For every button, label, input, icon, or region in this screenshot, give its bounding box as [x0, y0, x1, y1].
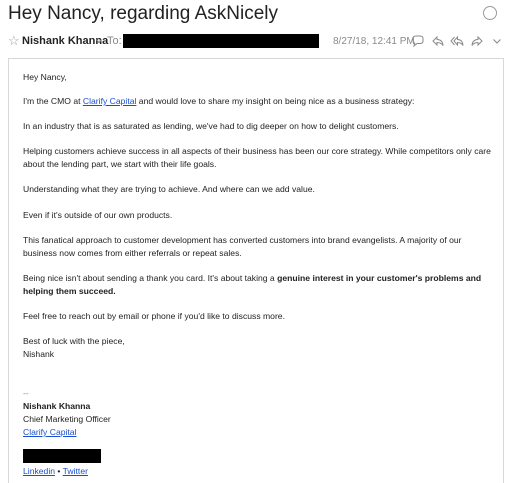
twitter-link[interactable]: Twitter — [63, 466, 88, 476]
star-icon[interactable]: ☆ — [8, 34, 20, 48]
intro-text: I'm the CMO at — [23, 96, 83, 106]
paragraph-emphasis: Being nice isn't about sending a thank y… — [23, 272, 493, 298]
linkedin-link[interactable]: Linkedin — [23, 466, 55, 476]
email-window: Hey Nancy, regarding AskNicely ☆ Nishank… — [0, 0, 512, 483]
intro-text-end: and would love to share my insight on be… — [136, 96, 415, 106]
reply-icon[interactable] — [431, 34, 445, 48]
signature-role: Chief Marketing Officer — [23, 414, 111, 424]
reply-all-icon[interactable] — [450, 34, 464, 48]
emphasis-lead: Being nice isn't about sending a thank y… — [23, 273, 278, 283]
paragraph-intro: I'm the CMO at Clarify Capital and would… — [23, 95, 493, 108]
paragraph: Helping customers achieve success in all… — [23, 146, 491, 169]
subject-row: Hey Nancy, regarding AskNicely — [0, 0, 512, 30]
paragraph: This fanatical approach to customer deve… — [23, 235, 462, 258]
redacted-recipient — [123, 34, 319, 48]
signature-separator: -- — [23, 388, 29, 398]
paragraph: Even if it's outside of our own products… — [23, 210, 173, 220]
comment-icon[interactable] — [411, 34, 425, 48]
email-header: ☆ Nishank Khanna To: 8/27/18, 12:41 PM — [0, 33, 512, 51]
chevron-down-icon[interactable] — [96, 38, 102, 44]
email-subject: Hey Nancy, regarding AskNicely — [8, 3, 278, 24]
signature-name: Nishank Khanna — [23, 401, 91, 411]
email-body: Hey Nancy, I'm the CMO at Clarify Capita… — [8, 58, 504, 483]
email-date: 8/27/18, 12:41 PM — [333, 36, 415, 47]
chevron-down-icon[interactable] — [490, 34, 504, 48]
paragraph: In an industry that is as saturated as l… — [23, 121, 399, 131]
greeting: Hey Nancy, — [23, 72, 67, 82]
unread-circle-icon[interactable] — [483, 6, 497, 20]
closing-name: Nishank — [23, 349, 55, 359]
closing-line: Best of luck with the piece, — [23, 336, 125, 346]
forward-icon[interactable] — [470, 34, 484, 48]
to-label: To: — [107, 35, 122, 47]
social-links: Linkedin • Twitter — [23, 465, 88, 478]
redacted-phone — [23, 449, 101, 463]
social-separator: • — [55, 466, 63, 476]
paragraph: Feel free to reach out by email or phone… — [23, 311, 285, 321]
signature-company: Clarify Capital — [23, 426, 493, 439]
signature-company-link[interactable]: Clarify Capital — [23, 427, 77, 437]
company-link[interactable]: Clarify Capital — [83, 96, 137, 106]
paragraph: Understanding what they are trying to ac… — [23, 184, 315, 194]
